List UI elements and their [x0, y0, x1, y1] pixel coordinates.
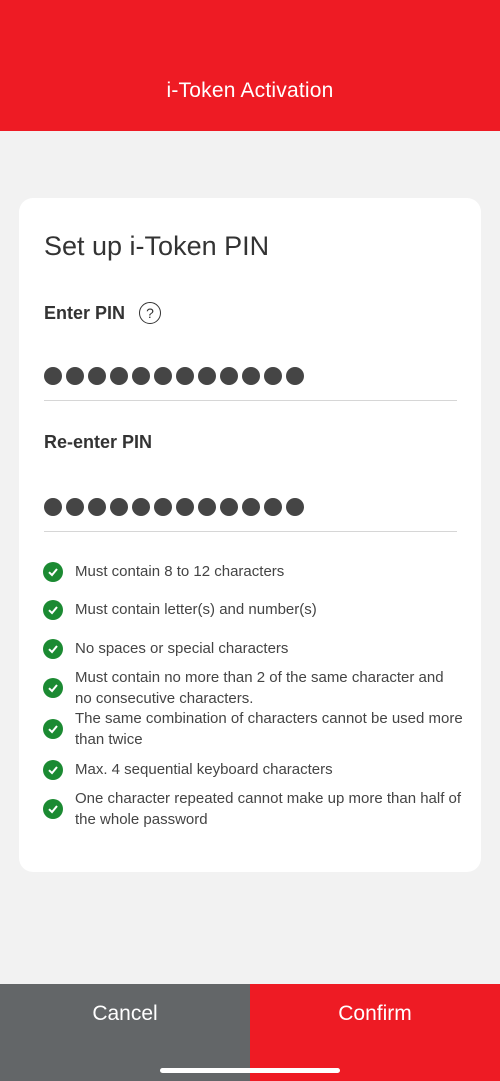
rule-item: Max. 4 sequential keyboard characters: [43, 759, 463, 780]
rule-text: No spaces or special characters: [75, 640, 289, 657]
check-circle-icon: [43, 561, 63, 582]
reenter-pin-label: Re-enter PIN: [44, 432, 153, 452]
rule-item: No spaces or special characters: [43, 638, 463, 659]
rule-text: The same combination of characters canno…: [75, 710, 463, 748]
rule-item: Must contain 8 to 12 characters: [43, 561, 463, 582]
pin-dot: [132, 366, 150, 385]
enter-pin-label-row: Enter PIN ?: [44, 302, 162, 324]
check-circle-icon: [43, 759, 63, 780]
pin-dot: [176, 497, 194, 516]
rule-text: Must contain no more than 2 of the same …: [75, 669, 444, 707]
app-header: i-Token Activation: [0, 0, 500, 131]
pin-dot: [242, 366, 260, 385]
check-circle-icon: [43, 599, 63, 620]
pin-dot: [44, 497, 62, 516]
enter-pin-label: Enter PIN: [44, 302, 126, 323]
pin-dot: [286, 366, 304, 385]
enter-pin-input[interactable]: [44, 351, 457, 401]
pin-dot: [242, 497, 260, 516]
pin-dot: [66, 366, 84, 385]
pin-dot: [154, 366, 172, 385]
reenter-pin-input[interactable]: [44, 482, 457, 532]
pin-dot: [264, 366, 282, 385]
rule-text: One character repeated cannot make up mo…: [75, 790, 462, 828]
rule-text: Must contain 8 to 12 characters: [75, 563, 285, 580]
check-circle-icon: [43, 638, 63, 659]
repin-masked-dots: [44, 497, 308, 516]
rule-item: Must contain no more than 2 of the same …: [43, 667, 463, 709]
pin-dot: [286, 497, 304, 516]
cancel-button[interactable]: Cancel: [0, 984, 250, 1081]
rule-item: The same combination of characters canno…: [43, 708, 463, 750]
rule-text: Must contain letter(s) and number(s): [75, 601, 317, 618]
rule-item: Must contain letter(s) and number(s): [43, 599, 463, 620]
home-indicator[interactable]: [160, 1068, 340, 1073]
pin-dot: [198, 497, 216, 516]
header-title: i-Token Activation: [166, 79, 334, 102]
question-circle-icon[interactable]: ?: [139, 302, 162, 324]
rule-item: One character repeated cannot make up mo…: [43, 788, 463, 830]
card-title: Set up i-Token PIN: [44, 231, 270, 261]
check-circle-icon: [43, 719, 63, 739]
pin-dot: [66, 497, 84, 516]
check-circle-icon: [43, 678, 63, 698]
rule-text: Max. 4 sequential keyboard characters: [75, 761, 333, 778]
check-circle-icon: [43, 799, 63, 819]
reenter-pin-label-row: Re-enter PIN: [44, 432, 152, 453]
confirm-button[interactable]: Confirm: [250, 984, 500, 1081]
action-bar: Cancel Confirm: [0, 984, 500, 1081]
pin-setup-card: Set up i-Token PIN Enter PIN ? Re-enter …: [19, 198, 481, 872]
pin-dot: [110, 366, 128, 385]
pin-dot: [132, 497, 150, 516]
pin-dot: [264, 497, 282, 516]
pin-dot: [220, 497, 238, 516]
pin-dot: [88, 366, 106, 385]
pin-dot: [176, 366, 194, 385]
pin-dot: [88, 497, 106, 516]
pin-dot: [220, 366, 238, 385]
pin-masked-dots: [44, 366, 308, 385]
pin-dot: [198, 366, 216, 385]
pin-dot: [110, 497, 128, 516]
pin-dot: [44, 366, 62, 385]
pin-dot: [154, 497, 172, 516]
